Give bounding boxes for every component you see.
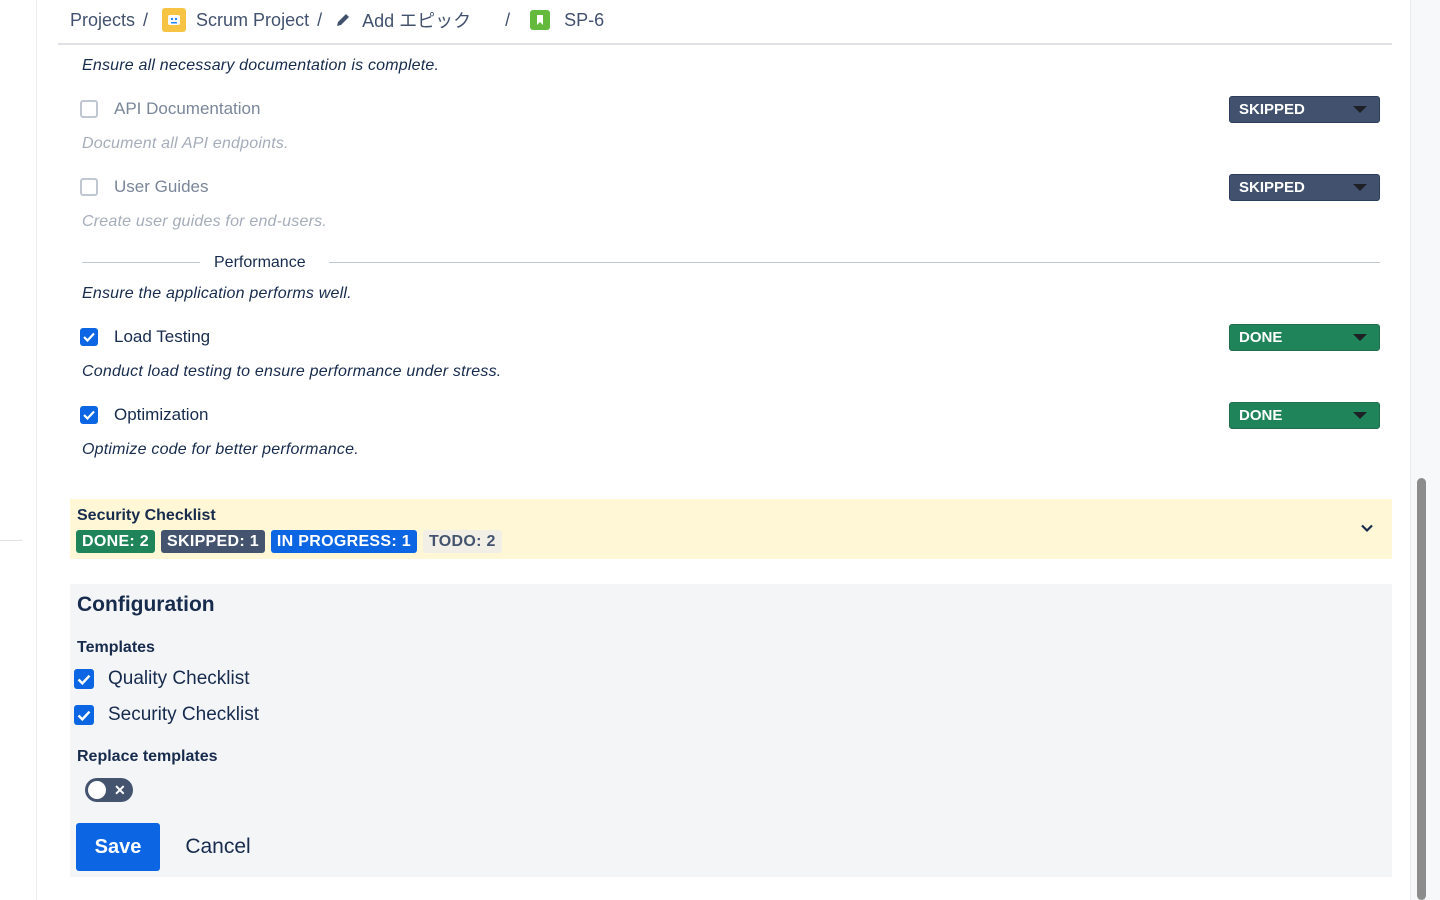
checkbox[interactable] — [80, 100, 98, 118]
template-option-quality: Quality Checklist — [74, 668, 250, 690]
breadcrumb-separator: / — [143, 9, 149, 30]
security-checklist-title: Security Checklist — [77, 507, 216, 524]
checklist-item-description: Create user guides for end-users. — [82, 213, 327, 230]
breadcrumb-projects[interactable]: Projects — [70, 10, 135, 31]
status-label: SKIPPED — [1239, 101, 1305, 118]
close-icon: ✕ — [114, 782, 126, 798]
breadcrumb-epic-label: Add エピック — [362, 11, 472, 31]
breadcrumb-project[interactable]: Scrum Project — [158, 8, 309, 32]
pencil-icon — [334, 9, 356, 31]
breadcrumb-epic[interactable]: Add エピック — [332, 7, 471, 33]
status-label: DONE — [1239, 407, 1283, 424]
checkbox-checked[interactable] — [74, 705, 94, 725]
in-progress-count-badge: IN PROGRESS: 1 — [270, 530, 417, 553]
section-heading: Performance — [214, 254, 306, 271]
breadcrumb: Projects / Scrum Project / Add エピック / SP… — [70, 0, 604, 40]
caret-down-icon — [1353, 334, 1367, 341]
status-label: SKIPPED — [1239, 179, 1305, 196]
toggle-knob — [88, 781, 106, 799]
chevron-down-icon[interactable] — [1360, 521, 1374, 535]
done-count-badge: DONE: 2 — [76, 530, 155, 553]
checklist-item-load-testing: Load Testing — [80, 327, 210, 347]
checklist-item-label: Optimization — [114, 405, 209, 424]
sidebar-divider — [0, 540, 22, 541]
configuration-panel: Configuration Templates Quality Checklis… — [70, 584, 1392, 877]
checklist-item-description: Conduct load testing to ensure performan… — [82, 363, 502, 380]
breadcrumb-separator: / — [317, 9, 323, 30]
checkmark-icon — [77, 710, 91, 721]
checkmark-icon — [83, 410, 95, 420]
checkbox[interactable] — [80, 178, 98, 196]
story-bookmark-icon — [530, 10, 551, 30]
caret-down-icon — [1353, 106, 1367, 113]
breadcrumb-separator: / — [505, 9, 511, 30]
left-sidebar-edge — [0, 0, 37, 900]
caret-down-icon — [1353, 184, 1367, 191]
status-dropdown[interactable]: SKIPPED — [1229, 96, 1380, 123]
security-checklist-panel[interactable]: Security Checklist DONE: 2 SKIPPED: 1 IN… — [70, 499, 1392, 559]
caret-down-icon — [1353, 412, 1367, 419]
checklist-item-user-guides: User Guides — [80, 177, 208, 197]
templates-label: Templates — [77, 639, 155, 656]
todo-count-badge: TODO: 2 — [422, 530, 502, 553]
configuration-title: Configuration — [77, 593, 215, 616]
breadcrumb-project-label: Scrum Project — [196, 9, 310, 30]
header-divider — [58, 43, 1392, 45]
template-label: Quality Checklist — [108, 668, 250, 689]
status-dropdown[interactable]: DONE — [1229, 324, 1380, 351]
checklist-item-label: User Guides — [114, 177, 209, 196]
replace-templates-label: Replace templates — [77, 748, 218, 765]
checklist-item-description: Optimize code for better performance. — [82, 441, 359, 458]
checklist-item-optimization: Optimization — [80, 405, 208, 425]
checkmark-icon — [77, 674, 91, 685]
scrollbar-thumb[interactable] — [1417, 478, 1426, 900]
project-avatar-icon — [162, 8, 187, 32]
cancel-button[interactable]: Cancel — [170, 823, 266, 871]
checklist-item-label: API Documentation — [114, 99, 261, 118]
performance-description: Ensure the application performs well. — [82, 285, 352, 302]
replace-templates-toggle[interactable]: ✕ — [85, 778, 133, 802]
divider-line — [82, 262, 200, 263]
status-dropdown[interactable]: DONE — [1229, 402, 1380, 429]
template-label: Security Checklist — [108, 704, 259, 725]
save-button[interactable]: Save — [76, 823, 160, 871]
status-summary: DONE: 2 SKIPPED: 1 IN PROGRESS: 1 TODO: … — [76, 530, 502, 553]
status-dropdown[interactable]: SKIPPED — [1229, 174, 1380, 201]
checkbox-checked[interactable] — [80, 328, 98, 346]
section-divider-performance: Performance — [82, 254, 1380, 274]
checklist-item-description: Document all API endpoints. — [82, 135, 289, 152]
skipped-count-badge: SKIPPED: 1 — [161, 530, 265, 553]
template-option-security: Security Checklist — [74, 704, 259, 726]
documentation-description: Ensure all necessary documentation is co… — [82, 57, 440, 74]
checkbox-checked[interactable] — [80, 406, 98, 424]
breadcrumb-issue-label: SP-6 — [564, 9, 605, 30]
checkbox-checked[interactable] — [74, 669, 94, 689]
checkmark-icon — [83, 332, 95, 342]
breadcrumb-issue[interactable]: SP-6 — [520, 10, 604, 31]
status-label: DONE — [1239, 329, 1283, 346]
checklist-item-label: Load Testing — [114, 327, 211, 346]
divider-line — [329, 262, 1380, 263]
checklist-item-api-documentation: API Documentation — [80, 99, 260, 119]
